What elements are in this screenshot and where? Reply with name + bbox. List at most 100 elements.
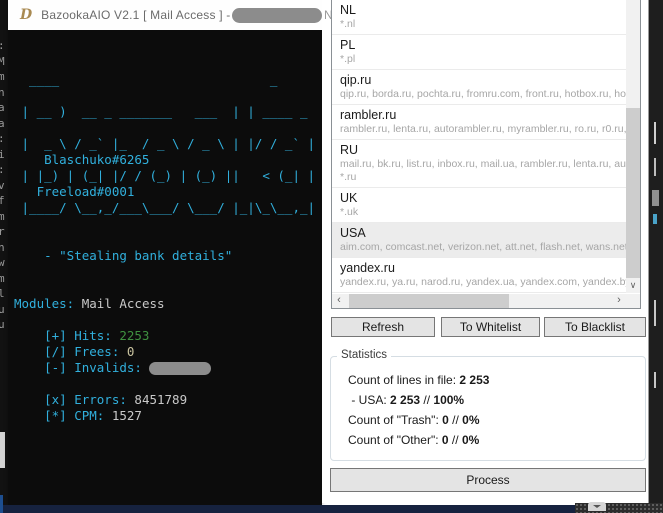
background-artifact [654,122,656,144]
console-text: Blaschuko#6265 [14,152,150,167]
list-item-domains: aim.com, comcast.net, verizon.net, att.n… [340,241,626,253]
vertical-scrollbar-thumb[interactable] [626,108,640,278]
console-line: [/] Frees: 0 [14,344,322,360]
console-line: [+] Hits: 2253 [14,328,322,344]
taskbar[interactable] [0,505,663,513]
statistics-label: Statistics [337,349,392,361]
list-item-domains: *.ru [340,171,357,183]
console-text: [*] CPM: [14,408,112,423]
list-item-qip-ru[interactable]: qip.ru qip.ru, borda.ru, pochta.ru, fromr… [332,70,626,105]
console-text: - "Stealing bank details" [14,248,233,263]
console-line: | _ \ / _` |_ / _ \ / _ \ | |/ / _` | [14,136,322,152]
stats-row: Count of lines in file: 2 253 [348,370,645,390]
list-item-ru[interactable]: RU mail.ru, bk.ru, list.ru, inbox.ru, mai… [332,140,626,188]
console-line: ____ _ [14,72,322,88]
background-window-right-edge [649,0,663,505]
console-text: [-] Invalids: [14,360,150,375]
console-text: | |_) | (_| |/ / (_) | (_) || < (_| | [14,168,316,183]
list-item-uk[interactable]: UK *.uk [332,188,626,223]
horizontal-scrollbar-thumb[interactable] [349,294,509,308]
list-item-domains: qip.ru, borda.ru, pochta.ru, fromru.com,… [340,88,626,100]
domain-listbox[interactable]: NL *.nl PL *.pl qip.ru qip.ru, borda.ru, poch… [331,0,641,309]
list-item-name: UK [340,191,358,205]
console-text: 1527 [111,408,142,423]
tray-chevron-tab[interactable] [588,502,606,511]
console-line: Modules: Mail Access [14,296,322,312]
console-text: Freeload#0001 [14,184,135,199]
main-panel: N NL *.nl PL *.pl qip.ru qip.ru, borda.ru, po… [322,0,649,503]
list-item-name: PL [340,38,356,52]
stats-label-text: Count of lines in file: [348,373,460,387]
console-output: ____ _ | __ ) __ _ _______ ___ | | ____ … [8,30,322,505]
list-item-domains: *.uk [340,206,359,218]
list-item-usa[interactable]: USA aim.com, comcast.net, verizon.net, at… [332,223,626,258]
horizontal-scrollbar[interactable]: ‹ › [332,294,626,308]
background-artifact [654,372,656,388]
console-line: | |_) | (_| |/ / (_) | (_) || < (_| | [14,168,322,184]
console-line: Blaschuko#6265 [14,152,322,168]
stats-value: 100% [433,393,465,407]
tray-chevron-icon [593,505,601,508]
statistics-rows: Count of lines in file: 2 253 - USA: 2 2… [331,357,645,450]
stats-label-text: Count of "Trash": [348,413,443,427]
background-artifact [653,214,657,224]
list-item-name: USA [340,226,366,240]
redacted-value [149,362,212,375]
background-artifact [654,158,656,176]
console-line: Freeload#0001 [14,184,322,200]
scroll-down-icon[interactable]: ∨ [626,279,640,293]
console-text: Modules: [14,296,75,311]
refresh-button[interactable]: Refresh [331,317,435,337]
console-text: [+] Hits: [14,328,120,343]
console-line: [-] Invalids: [14,360,322,376]
vertical-scrollbar[interactable]: ∨ [626,0,640,293]
list-item-domains: *.pl [340,53,356,65]
list-item-domains: rambler.ru, lenta.ru, autorambler.ru, my… [340,123,626,135]
window-title: BazookaAIO V2.1 [ Mail Access ] - [41,8,231,22]
stats-value: 2 253 [390,393,421,407]
console-line: | __ ) __ _ _______ ___ | | ____ _ [14,104,322,120]
console-text: 0 [126,344,135,359]
background-artifact [652,190,659,206]
scroll-right-icon[interactable]: › [612,294,626,308]
taskbar-accent [0,495,3,513]
stats-label-text: Count of "Other": [348,433,442,447]
stats-value: 0% [461,433,480,447]
list-item-yandex-ru[interactable]: yandex.ru yandex.ru, ya.ru, narod.ru, yan… [332,258,626,293]
list-item-name: rambler.ru [340,108,397,122]
to-whitelist-button[interactable]: To Whitelist [441,317,540,337]
console-text: ____ _ [14,72,278,87]
stats-label-text: - USA: [348,393,391,407]
scroll-left-icon[interactable]: ‹ [332,294,346,308]
console-text: 8451789 [134,392,188,407]
statistics-groupbox: Statistics Count of lines in file: 2 253… [330,349,646,461]
process-button[interactable]: Process [330,468,646,492]
console-line: [*] CPM: 1527 [14,408,322,424]
scrollbar-corner [626,294,640,308]
domain-list: NL *.nl PL *.pl qip.ru qip.ru, borda.ru, poch… [332,0,626,293]
console-titlebar[interactable]: D BazookaAIO V2.1 [ Mail Access ] - [8,0,322,30]
console-text: | _ \ / _` |_ / _ \ / _ \ | |/ / _` | [14,136,316,151]
console-text: 2253 [119,328,150,343]
to-blacklist-button[interactable]: To Blacklist [544,317,646,337]
background-artifact [654,300,656,326]
stats-label-text: // [420,393,434,407]
list-item-pl[interactable]: PL *.pl [332,35,626,70]
console-text: | __ ) __ _ _______ ___ | | ____ _ [14,104,308,119]
list-item-nl[interactable]: NL *.nl [332,0,626,35]
list-item-name: yandex.ru [340,261,395,275]
list-item-name: qip.ru [340,73,372,87]
list-item-name: RU [340,143,359,157]
list-item-rambler-ru[interactable]: rambler.ru rambler.ru, lenta.ru, autoramb… [332,105,626,140]
stats-row: - USA: 2 253 // 100% [348,390,645,410]
stats-label-text: // [448,433,462,447]
console-text: Mail Access [74,296,165,311]
app-icon: D [20,7,33,23]
